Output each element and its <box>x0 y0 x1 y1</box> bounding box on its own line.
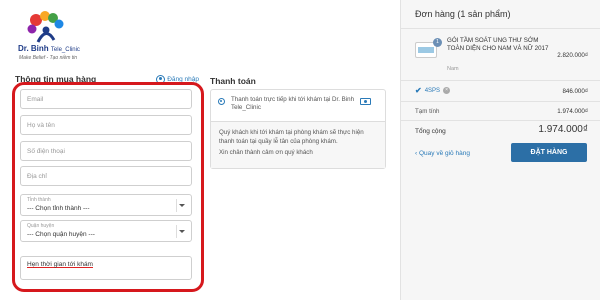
payment-desc-line2: Xin chân thành cảm ơn quý khách <box>219 149 313 156</box>
payment-title: Thanh toán <box>210 76 256 86</box>
district-select[interactable]: Quận huyện --- Chọn quận huyện --- <box>20 220 192 242</box>
province-label: Tỉnh thành <box>27 197 51 203</box>
order-title: Đơn hàng (1 sản phẩm) <box>415 9 511 19</box>
divider <box>401 80 600 81</box>
user-icon <box>156 74 166 84</box>
brand-suffix: Tele_Clinic <box>50 47 80 53</box>
payment-option[interactable]: Thanh toán trực tiếp khi tới khám tại Dr… <box>211 90 385 122</box>
checkout-page: Dr. Binh Tele_Clinic Make Belief - Tạo n… <box>0 0 600 300</box>
product-price: 2.820.000₫ <box>557 52 588 59</box>
login-label: Đăng nhập <box>167 75 199 83</box>
product-name: GÓI TẦM SOÁT UNG THƯ SỚM TOÀN DIỆN CHO N… <box>447 37 549 52</box>
back-to-cart-link[interactable]: ‹ Quay về giỏ hàng <box>415 150 470 157</box>
email-field[interactable]: Email <box>20 89 192 109</box>
fullname-placeholder: Họ và tên <box>27 121 55 129</box>
coupon-value: 846.000₫ <box>562 88 588 95</box>
fullname-field[interactable]: Họ và tên <box>20 115 192 135</box>
payment-description: Quý khách khi tới khám tại phòng khám sẽ… <box>211 122 385 168</box>
place-order-button[interactable]: ĐẶT HÀNG <box>511 143 587 162</box>
remove-coupon-icon[interactable]: × <box>443 87 451 94</box>
divider <box>401 101 600 102</box>
back-label: Quay về giỏ hàng <box>418 150 470 157</box>
note-textarea[interactable]: Hẹn thời gian tới khám <box>20 256 192 280</box>
radio-selected-icon[interactable] <box>218 98 225 105</box>
form-title: Thông tin mua hàng <box>15 74 97 84</box>
chevron-down-icon <box>179 204 185 207</box>
province-select[interactable]: Tỉnh thành --- Chọn tỉnh thành --- <box>20 194 192 216</box>
address-placeholder: Địa chỉ <box>27 172 47 180</box>
chevron-down-icon <box>179 230 185 233</box>
address-field[interactable]: Địa chỉ <box>20 166 192 186</box>
district-value: --- Chọn quận huyện --- <box>27 231 95 238</box>
product-variant: Nam <box>447 66 459 72</box>
divider <box>401 28 600 29</box>
total-value: 1.974.000₫ <box>538 124 588 135</box>
login-link[interactable]: Đăng nhập <box>156 74 199 84</box>
payment-desc-line1: Quý khách khi tới khám tại phòng khám sẽ… <box>219 129 364 145</box>
note-value: Hẹn thời gian tới khám <box>27 261 93 268</box>
total-label: Tổng cộng <box>415 128 446 135</box>
district-label: Quận huyện <box>27 223 55 229</box>
brand-tagline: Make Belief - Tạo niềm tin <box>19 55 78 61</box>
cash-icon <box>360 98 371 105</box>
check-icon: ✔ <box>415 86 422 95</box>
order-summary: Đơn hàng (1 sản phẩm) 1 GÓI TẦM SOÁT UNG… <box>400 0 600 300</box>
payment-option-label: Thanh toán trực tiếp khi tới khám tại Dr… <box>231 96 355 111</box>
phone-field[interactable]: Số điện thoại <box>20 141 192 161</box>
province-value: --- Chọn tỉnh thành --- <box>27 205 90 212</box>
coupon-tag: ✔ 4SPS × <box>415 86 451 95</box>
select-divider <box>176 225 177 238</box>
phone-placeholder: Số điện thoại <box>27 147 65 155</box>
customer-info-header: Thông tin mua hàng Đăng nhập <box>12 72 202 86</box>
email-placeholder: Email <box>27 95 44 103</box>
payment-box: Thanh toán trực tiếp khi tới khám tại Dr… <box>210 89 386 169</box>
select-divider <box>176 199 177 212</box>
subtotal-label: Tạm tính <box>415 108 440 115</box>
brand-name-text: Dr. Binh <box>18 44 49 53</box>
brand-name: Dr. Binh Tele_Clinic <box>18 44 80 53</box>
divider <box>401 120 600 121</box>
coupon-code: 4SPS <box>424 87 441 94</box>
quantity-badge: 1 <box>433 38 442 47</box>
subtotal-value: 1.974.000₫ <box>557 108 588 115</box>
